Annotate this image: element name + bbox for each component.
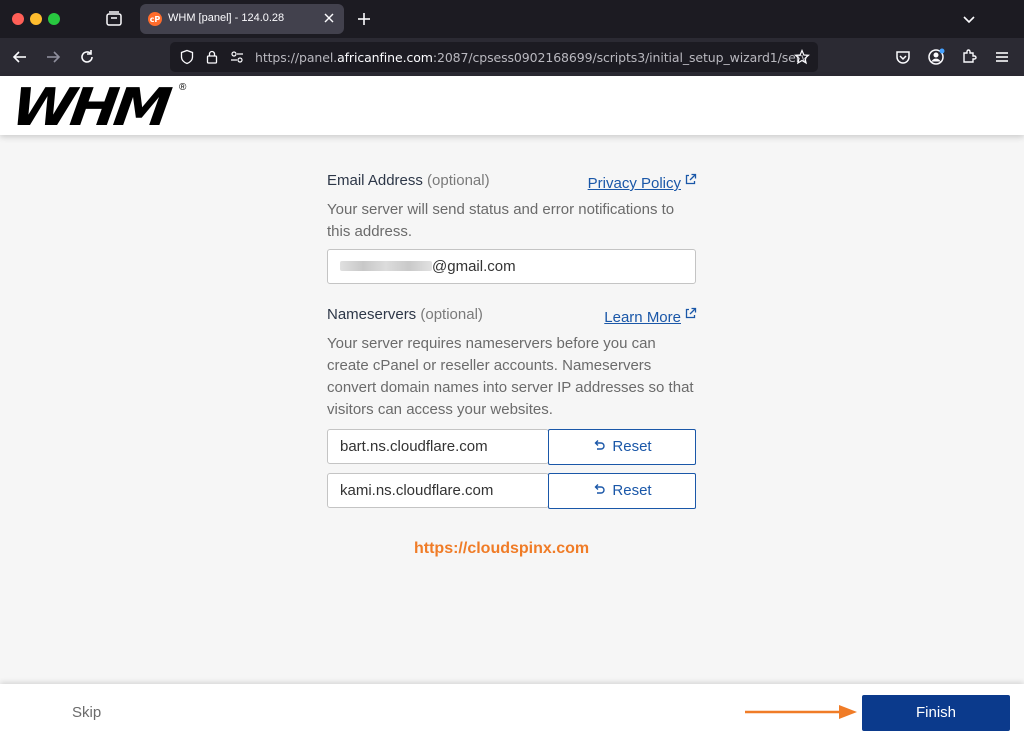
nameservers-description: Your server requires nameservers before … <box>327 335 694 418</box>
nameservers-title-label: Nameservers <box>327 306 417 323</box>
bookmark-star-icon[interactable] <box>794 49 810 65</box>
permissions-icon[interactable] <box>229 49 245 65</box>
url-path: :2087/cpsess0902168699/scripts3/initial_… <box>432 50 809 65</box>
new-tab-icon[interactable] <box>354 9 374 29</box>
whm-header: WHM ® <box>0 76 1024 138</box>
nameserver-2-reset-button[interactable]: Reset <box>548 473 696 509</box>
url-prefix: https://panel. <box>255 50 338 65</box>
url-domain: africanfine.com <box>337 50 433 65</box>
reset-label: Reset <box>612 482 652 499</box>
svg-text:cP: cP <box>150 15 161 24</box>
nameserver-2-field[interactable]: kami.ns.cloudflare.com <box>327 473 549 508</box>
menu-icon[interactable] <box>992 47 1012 67</box>
url-text[interactable]: https://panel.africanfine.com:2087/cpses… <box>255 50 808 65</box>
nameserver-1-reset-button[interactable]: Reset <box>548 429 696 465</box>
undo-icon <box>594 484 606 494</box>
finish-button[interactable]: Finish <box>862 695 1010 731</box>
cpanel-favicon-icon: cP <box>148 12 162 26</box>
arrow-right-icon <box>745 705 857 719</box>
registered-mark: ® <box>179 82 187 93</box>
lock-icon[interactable] <box>204 49 220 65</box>
browser-tab[interactable]: cP WHM [panel] - 124.0.28 <box>140 4 344 34</box>
chevron-down-icon[interactable] <box>960 10 978 28</box>
external-link-icon <box>685 173 697 185</box>
whm-logo: WHM <box>7 78 171 138</box>
redacted-email-user <box>340 261 432 271</box>
skip-link[interactable]: Skip <box>72 704 101 721</box>
learn-more-label: Learn More <box>604 309 681 326</box>
nameserver-1-field[interactable]: bart.ns.cloudflare.com <box>327 429 549 464</box>
window-maximize-button[interactable] <box>48 13 60 25</box>
tab-overview-icon[interactable] <box>104 9 124 29</box>
email-description: Your server will send status and error n… <box>327 201 675 240</box>
privacy-policy-label: Privacy Policy <box>587 175 681 192</box>
nameservers-optional-label: (optional) <box>420 306 483 323</box>
tab-close-icon[interactable] <box>322 11 336 25</box>
wizard-footer: Skip Finish <box>0 684 1024 741</box>
watermark-text: https://cloudspinx.com <box>414 540 590 557</box>
email-title: Email Address (optional) <box>327 172 490 189</box>
tab-title: WHM [panel] - 124.0.28 <box>168 12 285 24</box>
undo-icon <box>594 440 606 450</box>
external-link-icon <box>685 307 697 319</box>
window-minimize-button[interactable] <box>30 13 42 25</box>
nameservers-title: Nameservers (optional) <box>327 306 483 323</box>
forward-arrow-icon[interactable] <box>43 47 63 67</box>
shield-icon[interactable] <box>179 49 195 65</box>
window-close-button[interactable] <box>12 13 24 25</box>
extensions-icon[interactable] <box>959 47 979 67</box>
browser-tab-bar: cP WHM [panel] - 124.0.28 <box>0 0 1024 38</box>
email-optional-label: (optional) <box>427 172 490 189</box>
reload-icon[interactable] <box>77 47 97 67</box>
learn-more-link[interactable]: Learn More <box>604 307 697 326</box>
pocket-icon[interactable] <box>893 47 913 67</box>
reset-label: Reset <box>612 438 652 455</box>
email-title-label: Email Address <box>327 172 423 189</box>
privacy-policy-link[interactable]: Privacy Policy <box>588 173 697 192</box>
browser-nav-bar: https://panel.africanfine.com:2087/cpses… <box>0 38 1024 76</box>
email-value: @gmail.com <box>432 258 516 275</box>
account-icon[interactable] <box>926 47 946 67</box>
address-bar[interactable]: https://panel.africanfine.com:2087/cpses… <box>170 42 818 72</box>
back-arrow-icon[interactable] <box>10 47 30 67</box>
email-field[interactable]: @gmail.com <box>327 249 696 284</box>
